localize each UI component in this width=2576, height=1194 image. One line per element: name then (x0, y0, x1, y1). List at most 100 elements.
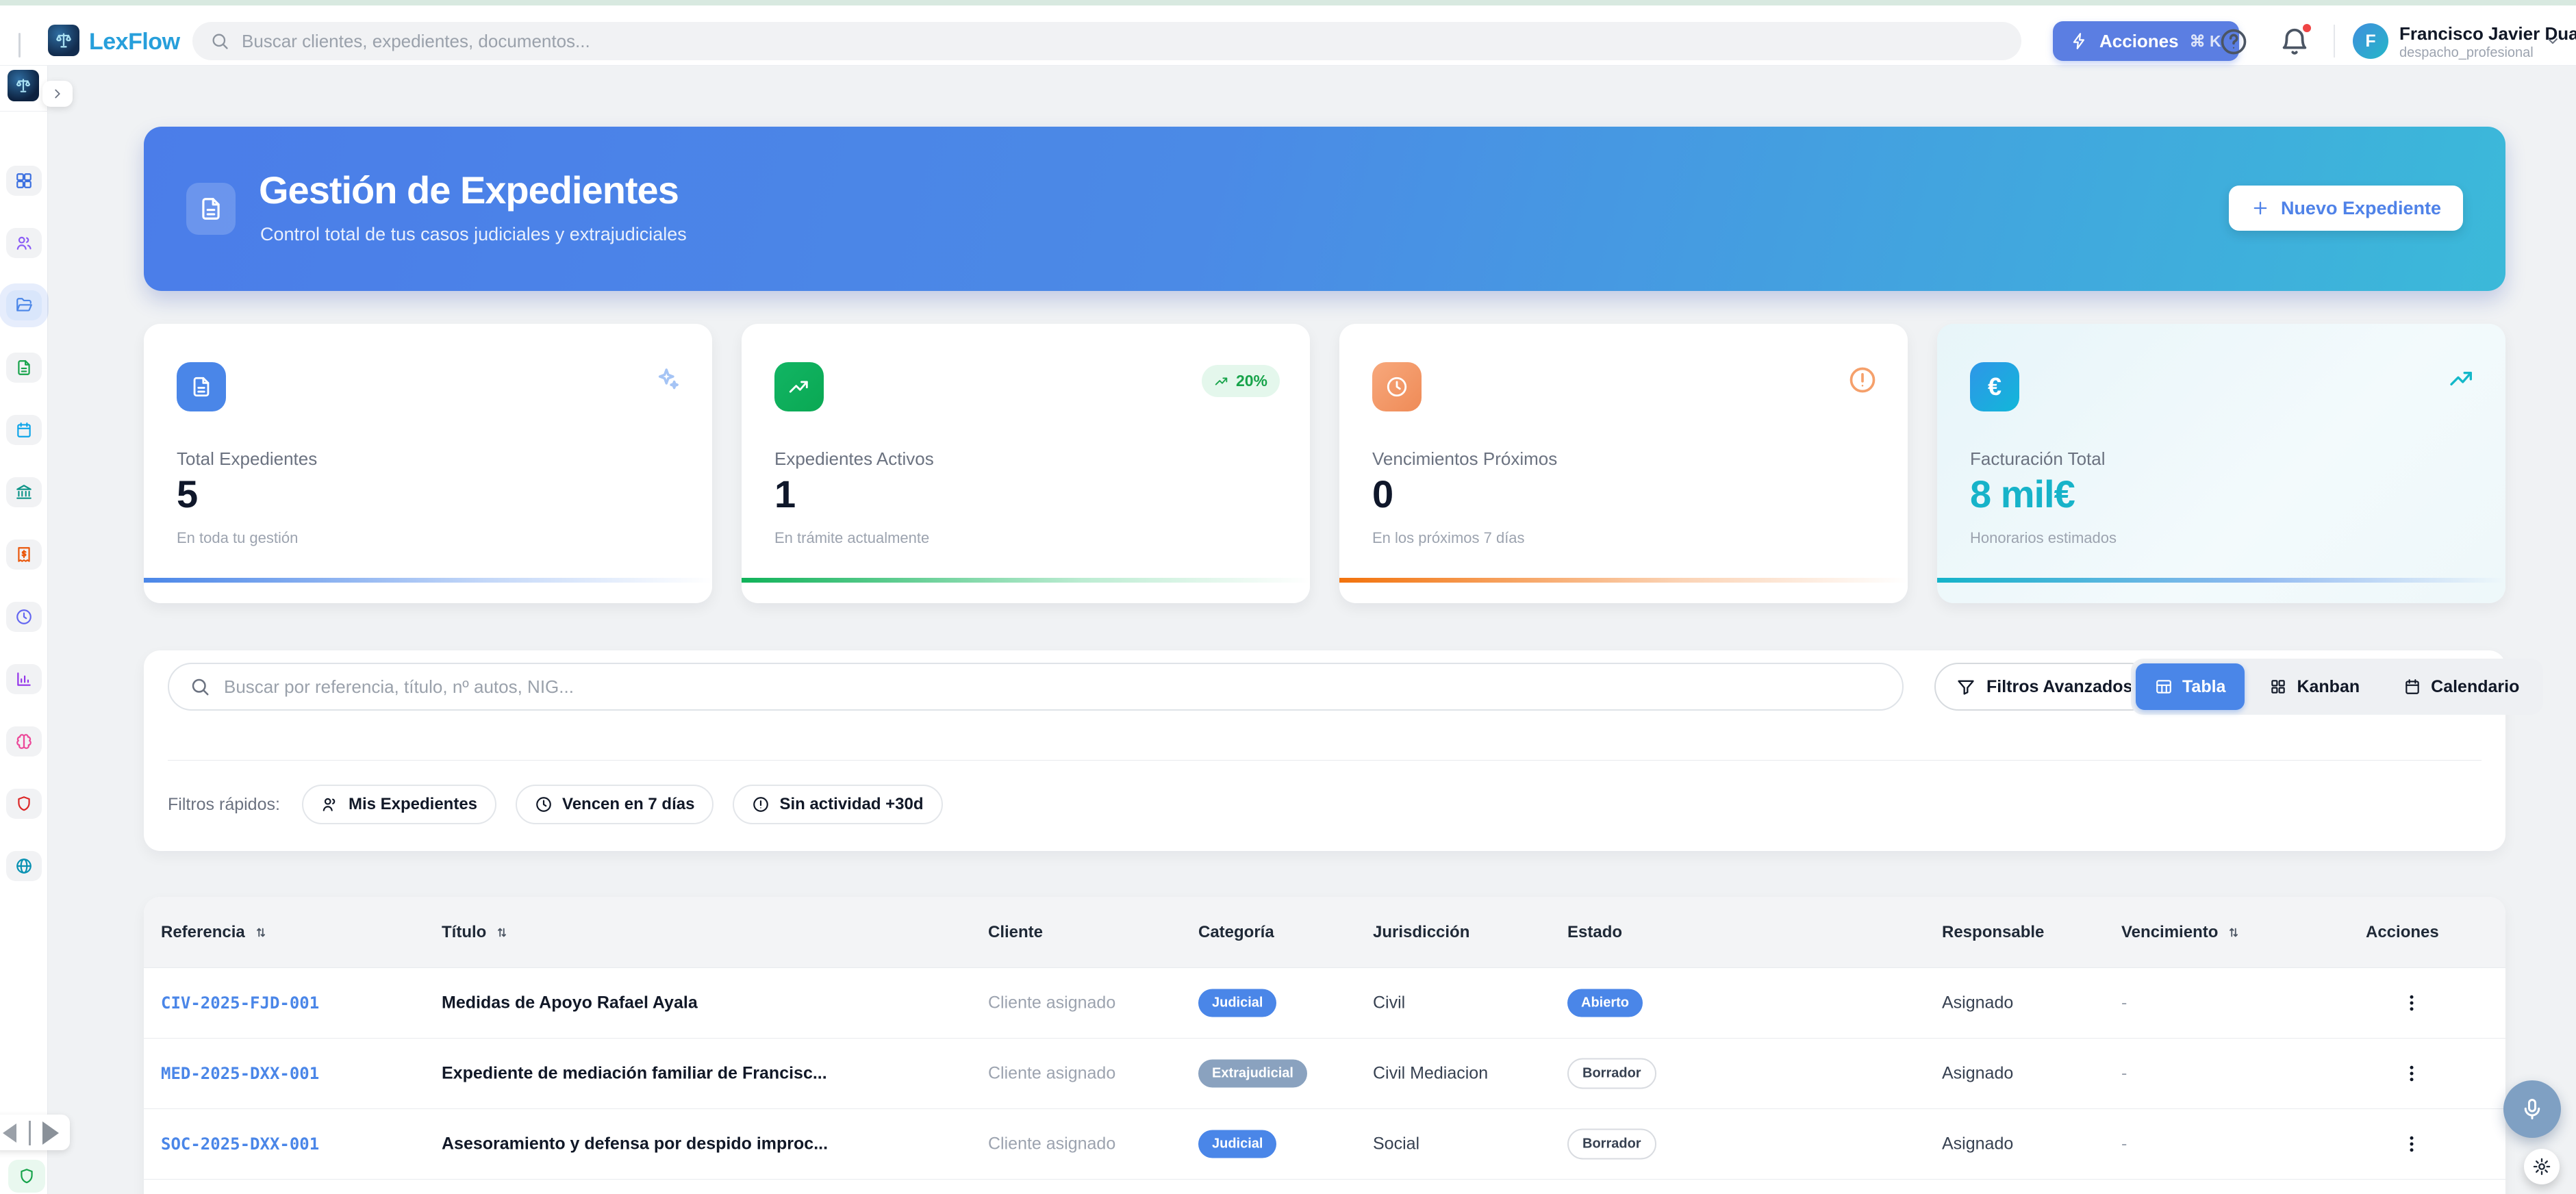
clock-icon (1372, 362, 1422, 411)
column-header-categoria: Categoría (1198, 923, 1274, 942)
column-header-estado: Estado (1567, 923, 1622, 942)
shield-icon (18, 1167, 36, 1185)
new-expediente-button[interactable]: Nuevo Expediente (2229, 186, 2463, 231)
expediente-responsible: Asignado (1942, 993, 2013, 1013)
expediente-client: Cliente asignado (988, 1064, 1115, 1084)
global-search[interactable] (192, 22, 2021, 60)
expediente-jurisdiction: Civil Mediacion (1373, 1064, 1488, 1084)
sidebar-item-billing[interactable] (6, 539, 42, 570)
growth-badge-value: 20% (1236, 372, 1267, 390)
expediente-ref-link[interactable]: SOC-2025-DXX-001 (161, 1134, 319, 1154)
expediente-ref-link[interactable]: CIV-2025-FJD-001 (161, 993, 319, 1013)
sidebar-item-security[interactable] (6, 789, 42, 819)
brain-icon (15, 733, 33, 750)
category-badge: Judicial (1198, 1130, 1276, 1158)
expediente-title: Expediente de mediación familiar de Fran… (442, 1064, 827, 1084)
row-actions-button[interactable] (2397, 1129, 2427, 1159)
sidebar-item-portal[interactable] (6, 851, 42, 881)
sort-icon[interactable] (2226, 925, 2241, 940)
sidebar-item-dashboard[interactable] (6, 166, 42, 196)
sidebar-item-documents[interactable] (6, 353, 42, 383)
stat-label: Expedientes Activos (774, 448, 934, 470)
quick-filter-my-cases[interactable]: Mis Expedientes (302, 785, 496, 824)
growth-badge: 20% (1202, 365, 1280, 397)
sidebar-logo[interactable] (8, 70, 39, 101)
column-header-titulo[interactable]: Título (442, 923, 509, 942)
stat-label: Total Expedientes (177, 448, 317, 470)
column-header-vencimiento[interactable]: Vencimiento (2121, 923, 2241, 942)
sidebar-item-clients[interactable] (6, 228, 42, 258)
shield-icon (15, 795, 33, 813)
quick-filter-inactive-30d[interactable]: Sin actividad +30d (733, 785, 942, 824)
sidebar-item-expedientes[interactable] (6, 290, 42, 320)
sidebar-item-ai-assistant[interactable] (6, 726, 42, 757)
view-tab-table[interactable]: Tabla (2136, 663, 2245, 710)
expediente-responsible: Asignado (1942, 1134, 2013, 1154)
sidebar-item-calendar[interactable] (6, 415, 42, 445)
settings-fab[interactable] (2524, 1149, 2560, 1184)
column-header-referencia[interactable]: Referencia (161, 923, 268, 942)
stat-accent-bar (144, 578, 712, 583)
user-menu-button[interactable] (2545, 33, 2561, 49)
row-actions-button[interactable] (2397, 1058, 2427, 1089)
expediente-client: Cliente asignado (988, 1134, 1115, 1154)
help-button[interactable] (2219, 27, 2249, 57)
stat-value: 5 (177, 472, 197, 516)
view-tab-kanban[interactable]: Kanban (2250, 663, 2379, 710)
trending-up-icon (2448, 365, 2475, 392)
stat-card-active: 20% Expedientes Activos 1 En trámite act… (742, 324, 1310, 603)
step-forward-button[interactable] (42, 1121, 59, 1145)
quick-filter-due-7d[interactable]: Vencen en 7 días (516, 785, 714, 824)
notification-dot (2301, 22, 2313, 34)
page-title: Gestión de Expedientes (259, 168, 679, 212)
view-tab-label: Tabla (2182, 677, 2225, 697)
expediente-search-input[interactable] (224, 676, 1854, 698)
euro-icon: € (1970, 362, 2019, 411)
status-badge: Borrador (1567, 1058, 1656, 1089)
globe-icon (15, 857, 33, 875)
table-row[interactable]: CIV-2025-FJD-001 Medidas de Apoyo Rafael… (144, 968, 2505, 1039)
voice-assistant-button[interactable] (2503, 1080, 2561, 1138)
topbar-divider (2334, 25, 2335, 58)
hero-banner: Gestión de Expedientes Control total de … (144, 127, 2505, 291)
stat-card-billing: € Facturación Total 8 mil€ Honorarios es… (1937, 324, 2505, 603)
dashboard-grid-icon (15, 172, 33, 190)
users-icon (15, 234, 33, 252)
table-header: Referencia Título Cliente Categoría (144, 897, 2505, 968)
expediente-search[interactable] (168, 663, 1904, 711)
sidebar-item-time-tracking[interactable] (6, 602, 42, 632)
avatar-initial: F (2365, 31, 2375, 51)
sort-icon[interactable] (253, 925, 268, 940)
expediente-due: - (2121, 993, 2127, 1013)
stat-sub: En trámite actualmente (774, 529, 929, 547)
actions-button[interactable]: Acciones ⌘ K (2053, 21, 2239, 61)
user-avatar[interactable]: F (2353, 23, 2388, 59)
quick-filter-label: Vencen en 7 días (562, 795, 694, 814)
sidebar-expand-button[interactable] (42, 81, 73, 107)
sort-icon[interactable] (494, 925, 509, 940)
table-row[interactable]: MED-2025-DXX-001 Expediente de mediación… (144, 1039, 2505, 1109)
actions-label: Acciones (2099, 31, 2179, 52)
quick-filters-row: Filtros rápidos: Mis Expedientes Vencen … (168, 785, 943, 824)
expediente-jurisdiction: Social (1373, 1134, 1419, 1154)
global-search-input[interactable] (242, 31, 1954, 52)
advanced-filters-button[interactable]: Filtros Avanzados (1934, 663, 2154, 711)
calendar-icon (2403, 678, 2421, 696)
filters-divider (168, 760, 2482, 761)
step-back-button[interactable] (3, 1123, 16, 1143)
advanced-filters-label: Filtros Avanzados (1986, 677, 2132, 697)
sidebar-item-court[interactable] (6, 477, 42, 507)
quick-filter-label: Mis Expedientes (349, 795, 477, 814)
privacy-shield-button[interactable] (8, 1160, 45, 1193)
row-actions-button[interactable] (2397, 988, 2427, 1018)
chevron-right-icon (50, 86, 65, 101)
table-row[interactable]: SOC-2025-DXX-001 Asesoramiento y defensa… (144, 1109, 2505, 1180)
stat-sub: Honorarios estimados (1970, 529, 2117, 547)
brand-logo[interactable] (48, 25, 79, 56)
sidebar-drag-handle[interactable] (18, 33, 21, 58)
view-tab-calendar[interactable]: Calendario (2384, 663, 2538, 710)
expediente-ref-link[interactable]: MED-2025-DXX-001 (161, 1064, 319, 1083)
sidebar-item-reports[interactable] (6, 664, 42, 694)
search-icon (190, 676, 210, 697)
column-header-responsable: Responsable (1942, 923, 2044, 942)
